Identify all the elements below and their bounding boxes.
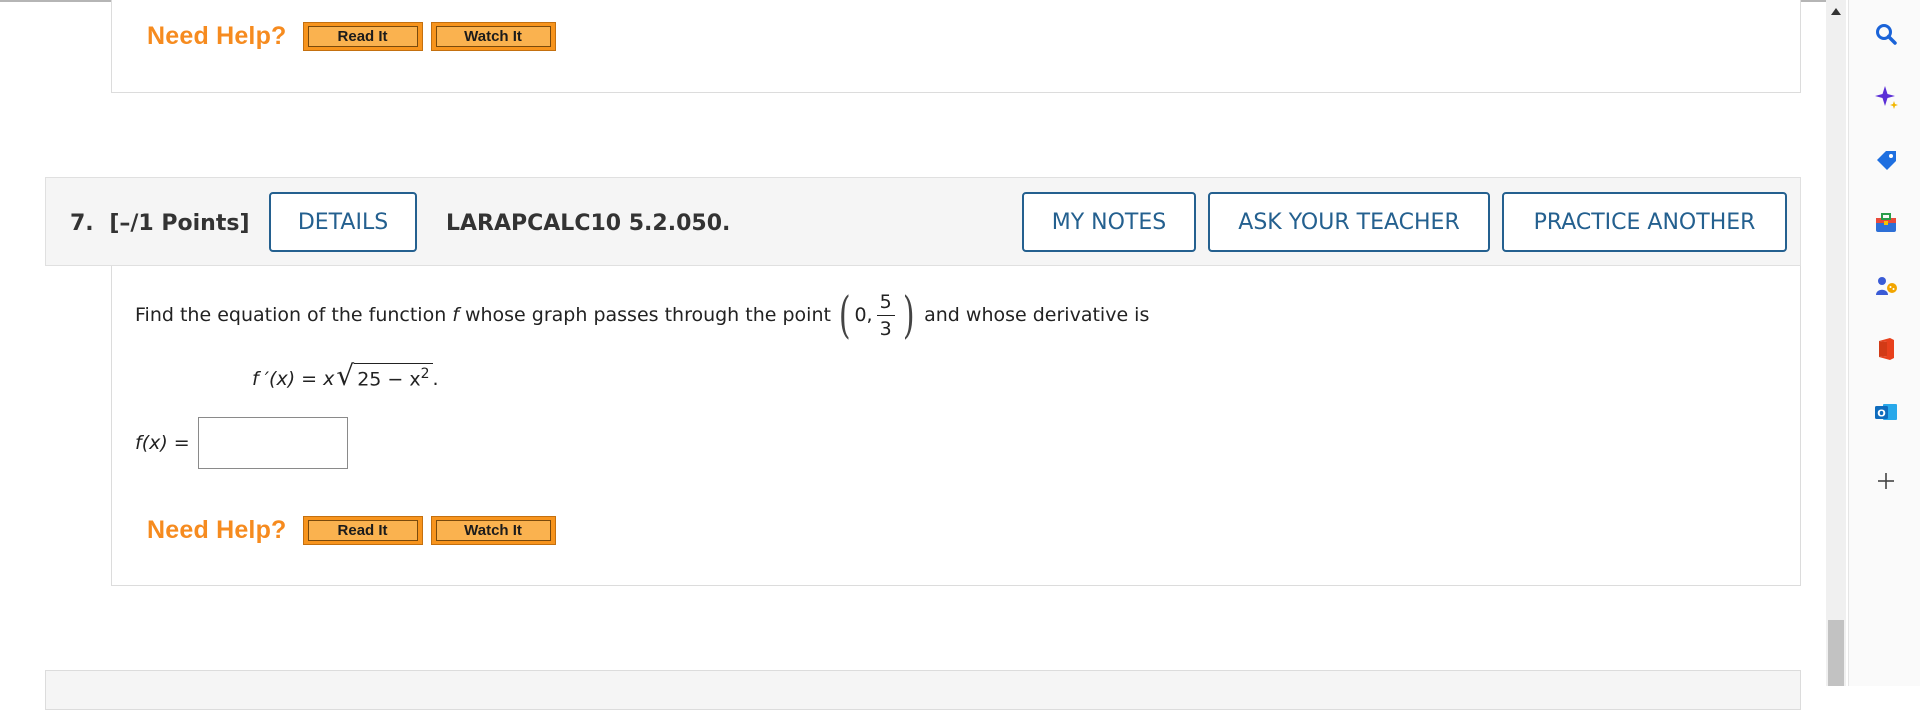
question-code: LARAPCALC10 5.2.050. xyxy=(446,211,731,236)
scroll-thumb[interactable] xyxy=(1828,620,1844,686)
watch-it-button[interactable]: Watch It xyxy=(430,22,556,51)
right-paren: ) xyxy=(902,286,915,344)
answer-label: f(x) = xyxy=(135,432,190,454)
my-notes-button[interactable]: MY NOTES xyxy=(1022,192,1196,252)
office-icon[interactable] xyxy=(1873,336,1899,362)
search-icon[interactable] xyxy=(1873,21,1899,47)
answer-row: f(x) = xyxy=(135,417,348,469)
sqrt-symbol: √ xyxy=(336,359,355,392)
need-help-label: Need Help? xyxy=(147,516,287,544)
function-name: f xyxy=(452,304,459,326)
need-help-row: Need Help? Read It Watch It xyxy=(147,516,564,545)
details-button[interactable]: DETAILS xyxy=(269,192,417,252)
svg-text:O: O xyxy=(1877,409,1886,420)
next-question-panel xyxy=(45,670,1801,710)
radicand: 25 − x2 xyxy=(354,362,433,390)
tools-briefcase-icon[interactable] xyxy=(1873,210,1899,236)
scroll-up-arrow-icon[interactable] xyxy=(1831,8,1841,15)
copilot-sparkle-icon[interactable] xyxy=(1873,84,1899,110)
outlook-icon[interactable]: O xyxy=(1873,399,1899,425)
need-help-label: Need Help? xyxy=(147,22,287,50)
left-paren: ( xyxy=(838,286,851,344)
add-icon[interactable] xyxy=(1873,468,1899,494)
page-scrollbar[interactable] xyxy=(1826,0,1846,686)
watch-it-button[interactable]: Watch It xyxy=(430,516,556,545)
derivative-formula: f ′(x) = x √ 25 − x2 . xyxy=(252,359,439,392)
ask-your-teacher-button[interactable]: ASK YOUR TEACHER xyxy=(1208,192,1490,252)
point-x: 0, xyxy=(854,304,873,326)
practice-another-button[interactable]: PRACTICE ANOTHER xyxy=(1502,192,1787,252)
previous-need-help-row: Need Help? Read It Watch It xyxy=(147,22,564,51)
games-icon[interactable] xyxy=(1873,273,1899,299)
read-it-button[interactable]: Read It xyxy=(302,516,423,545)
question-prompt: Find the equation of the function f whos… xyxy=(135,286,1150,344)
point-y-fraction: 5 3 xyxy=(876,291,895,340)
read-it-button[interactable]: Read It xyxy=(302,22,423,51)
question-number: 7. [–/1 Points] xyxy=(70,211,250,236)
shopping-tag-icon[interactable] xyxy=(1873,147,1899,173)
question-header: 7. [–/1 Points] DETAILS LARAPCALC10 5.2.… xyxy=(45,177,1801,266)
answer-input[interactable] xyxy=(197,417,348,469)
question-points: [–/1 Points] xyxy=(109,211,250,236)
